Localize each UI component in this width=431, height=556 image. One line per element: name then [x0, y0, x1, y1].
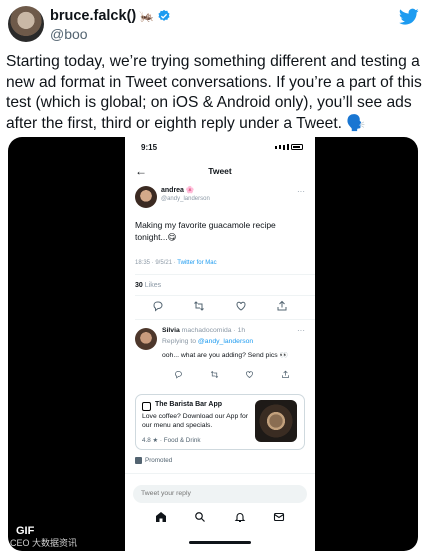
- battery-icon: [291, 144, 303, 150]
- divider: [135, 274, 315, 275]
- signal-bar: [287, 144, 289, 150]
- original-tweet-actions: [125, 300, 315, 312]
- signal-bar: [283, 144, 285, 150]
- likes-label: Likes: [144, 282, 162, 289]
- app-store-icon: [142, 402, 151, 411]
- promoted-text: Promoted: [145, 457, 173, 464]
- original-tweet-meta: 18:35 · 9/5/21 · Twitter for Mac: [135, 260, 217, 266]
- tweet-text: Starting today, we’re trying something d…: [6, 53, 422, 132]
- messages-envelope-icon[interactable]: [273, 511, 285, 523]
- share-icon[interactable]: [281, 370, 290, 379]
- notifications-bell-icon[interactable]: [234, 511, 246, 523]
- like-heart-icon[interactable]: [245, 370, 254, 379]
- author-display-name[interactable]: bruce.falck(): [50, 8, 136, 24]
- status-bar: 9:15: [125, 143, 315, 155]
- status-time: 9:15: [141, 143, 158, 152]
- like-heart-icon[interactable]: [235, 300, 247, 312]
- retweet-icon[interactable]: [193, 300, 205, 312]
- original-tweet-handle[interactable]: @andy_landerson: [161, 196, 210, 202]
- twitter-bird-icon[interactable]: [399, 8, 419, 26]
- reply-actions: [125, 370, 315, 379]
- reply-compose-input[interactable]: [133, 485, 307, 503]
- nav-bar: ← Tweet: [125, 161, 315, 181]
- reply-handle-time: machadocomida · 1h: [181, 327, 246, 334]
- search-icon[interactable]: [194, 511, 206, 523]
- original-tweet-text: Making my favorite guacamole recipe toni…: [135, 220, 276, 242]
- more-options-icon[interactable]: ···: [297, 187, 305, 196]
- signal-icon: [275, 145, 277, 149]
- reply-icon[interactable]: [174, 370, 183, 379]
- ad-card[interactable]: The Barista Bar App Love coffee? Downloa…: [135, 394, 305, 450]
- replying-to: Replying to @andy_landerson: [162, 338, 253, 345]
- divider: [135, 319, 315, 320]
- reply-text: ooh... what are you adding? Send pics 👀: [162, 352, 288, 359]
- nav-title: Tweet: [208, 166, 232, 176]
- ad-title: The Barista Bar App: [155, 401, 223, 408]
- watermark: CEO 大数据资讯: [10, 538, 78, 548]
- replying-to-label: Replying to: [162, 338, 197, 345]
- original-tweet-timestamp: 18:35 · 9/5/21 ·: [135, 260, 176, 266]
- divider: [135, 295, 315, 296]
- reply-author[interactable]: Silvia machadocomida · 1h: [162, 327, 245, 334]
- author-avatar[interactable]: [8, 6, 44, 42]
- home-icon[interactable]: [155, 511, 167, 523]
- author-handle[interactable]: @boo: [50, 26, 88, 42]
- coffee-cup-image: [255, 400, 297, 442]
- tweet-media-gif[interactable]: 9:15 ← Tweet andrea 🌸 @andy_landerson ··…: [8, 137, 418, 551]
- retweet-icon[interactable]: [210, 370, 219, 379]
- signal-bar: [279, 145, 281, 149]
- reply-more-options-icon[interactable]: ···: [297, 326, 305, 335]
- likes-count[interactable]: 30 Likes: [135, 282, 161, 289]
- share-icon[interactable]: [276, 300, 288, 312]
- reply-avatar[interactable]: [135, 328, 157, 350]
- likes-number: 30: [135, 282, 143, 289]
- promoted-label: Promoted: [135, 457, 172, 464]
- author-name-row: bruce.falck() 🦗: [50, 8, 171, 24]
- name-emoji: 🦗: [139, 9, 155, 23]
- reply-name: Silvia: [162, 327, 180, 334]
- ad-rating: 4.8 ★ · Food & Drink: [142, 437, 201, 444]
- verified-badge-icon: [158, 9, 170, 21]
- divider: [125, 473, 315, 474]
- replying-to-handle[interactable]: @andy_landerson: [198, 338, 253, 345]
- original-tweet-avatar[interactable]: [135, 186, 157, 208]
- promoted-icon: [135, 457, 142, 464]
- bottom-tab-bar: [125, 511, 315, 523]
- original-tweet-source[interactable]: Twitter for Mac: [177, 260, 216, 266]
- reply-icon[interactable]: [152, 300, 164, 312]
- ad-body: Love coffee? Download our App for our me…: [142, 413, 249, 429]
- original-tweet-name[interactable]: andrea 🌸: [161, 186, 195, 194]
- home-indicator: [189, 541, 251, 544]
- phone-screen: 9:15 ← Tweet andrea 🌸 @andy_landerson ··…: [125, 137, 315, 551]
- status-icons: [275, 144, 303, 150]
